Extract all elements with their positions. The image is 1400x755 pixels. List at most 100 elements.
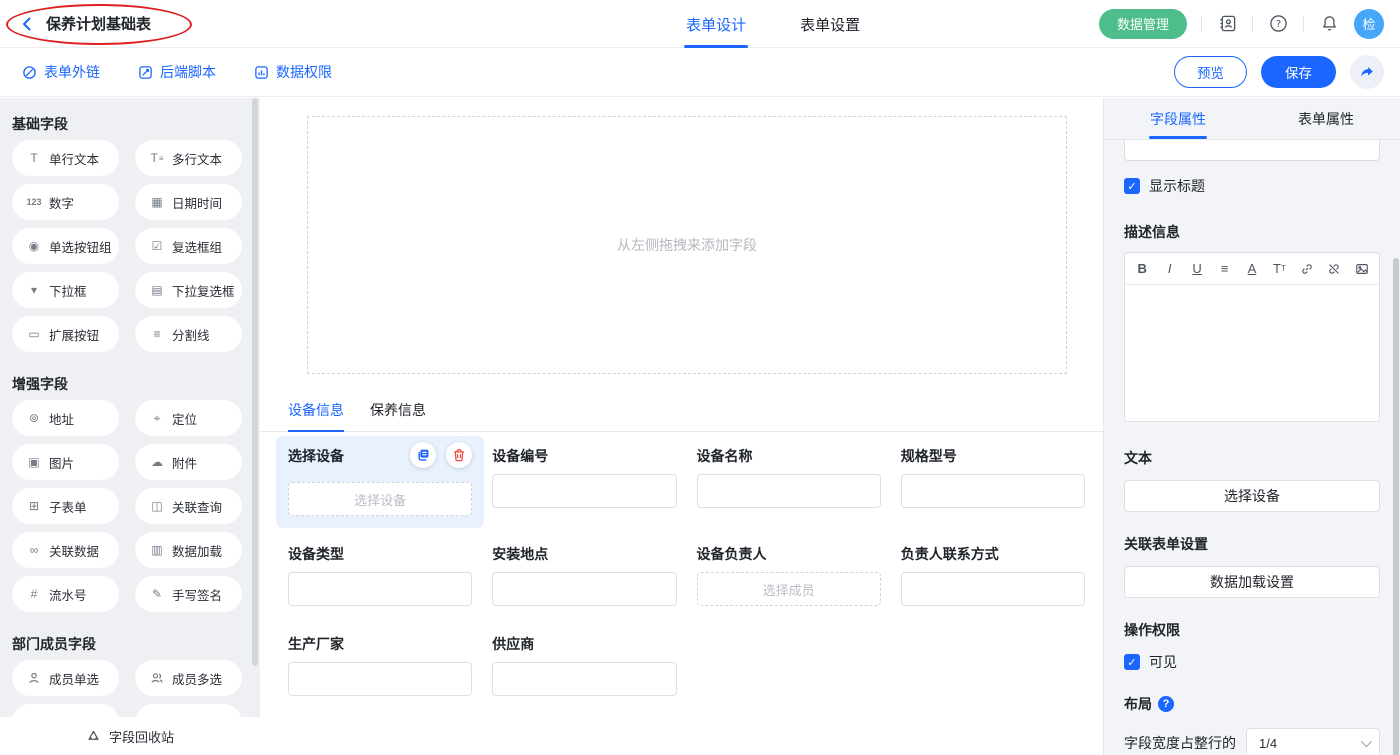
pill-address[interactable]: ⊚地址 — [12, 400, 119, 436]
insert-link-icon[interactable] — [1300, 262, 1314, 276]
field-card-device-type[interactable]: 设备类型 — [288, 544, 472, 606]
pill-signature[interactable]: ✎手写签名 — [135, 576, 242, 612]
contacts-book-icon[interactable] — [1216, 13, 1238, 35]
pill-member-multi[interactable]: 成员多选 — [135, 660, 242, 696]
pill-image[interactable]: ▣ 图片 — [12, 444, 119, 480]
select-device-setting-button[interactable]: 选择设备 — [1124, 480, 1380, 512]
avatar[interactable]: 检 — [1354, 9, 1384, 39]
description-editor[interactable]: B I U ≡ A TT — [1124, 252, 1380, 422]
panel-scrollbar[interactable] — [1393, 258, 1399, 755]
backend-script-button[interactable]: 后端脚本 — [138, 62, 216, 82]
spec-model-input[interactable] — [901, 474, 1085, 508]
pill-label: 关联查询 — [172, 497, 222, 516]
pill-subform[interactable]: ⊞子表单 — [12, 488, 119, 524]
pill-divider[interactable]: ≡分割线 — [135, 316, 242, 352]
device-type-input[interactable] — [288, 572, 472, 606]
field-card-spec-model[interactable]: 规格型号 — [901, 446, 1085, 516]
divider — [1201, 16, 1202, 32]
field-card-owner-contact[interactable]: 负责人联系方式 — [901, 544, 1085, 606]
select-device-picker[interactable]: 选择设备 — [288, 482, 472, 516]
back-button[interactable] — [16, 13, 38, 35]
tab-maintenance-info[interactable]: 保养信息 — [370, 400, 426, 431]
field-card-device-owner[interactable]: 设备负责人 选择成员 — [697, 544, 881, 606]
section-title-basic-fields: 基础字段 — [12, 114, 248, 134]
field-title-input-clipped[interactable] — [1124, 140, 1380, 161]
notification-bell-icon[interactable] — [1318, 13, 1340, 35]
pill-multi-line-text[interactable]: T≡多行文本 — [135, 140, 242, 176]
share-button[interactable] — [1350, 55, 1384, 89]
pill-relation-data[interactable]: ∞关联数据 — [12, 532, 119, 568]
supplier-input[interactable] — [492, 662, 676, 696]
image-icon: ▣ — [25, 455, 43, 469]
placeholder-text: 选择设备 — [354, 490, 406, 509]
preview-button[interactable]: 预览 — [1174, 56, 1247, 88]
pill-single-line-text[interactable]: T单行文本 — [12, 140, 119, 176]
pill-location[interactable]: ⌖定位 — [135, 400, 242, 436]
tab-form-settings[interactable]: 表单设置 — [800, 0, 860, 48]
pill-serial-number[interactable]: #流水号 — [12, 576, 119, 612]
pill-data-load[interactable]: ▥数据加载 — [135, 532, 242, 568]
pill-checkbox-group[interactable]: ☑复选框组 — [135, 228, 242, 264]
permission-icon — [254, 65, 269, 80]
pill-datetime[interactable]: ▦日期时间 — [135, 184, 242, 220]
visible-checkbox[interactable]: ✓ — [1124, 654, 1140, 670]
font-size-icon[interactable]: TT — [1272, 261, 1286, 276]
section-title-member-fields: 部门成员字段 — [12, 634, 248, 654]
field-width-value: 1/4 — [1259, 736, 1277, 751]
tab-label: 表单属性 — [1298, 109, 1354, 129]
bold-icon[interactable]: B — [1135, 261, 1149, 276]
pill-dropdown[interactable]: ▾下拉框 — [12, 272, 119, 308]
editor-body[interactable] — [1125, 285, 1379, 421]
remove-link-icon[interactable] — [1327, 262, 1341, 276]
tab-form-properties[interactable]: 表单属性 — [1252, 98, 1400, 139]
field-card-device-name[interactable]: 设备名称 — [697, 446, 881, 516]
field-card-supplier[interactable]: 供应商 — [492, 634, 676, 696]
align-icon[interactable]: ≡ — [1217, 261, 1231, 276]
pill-label: 图片 — [49, 453, 74, 472]
show-title-checkbox[interactable]: ✓ — [1124, 178, 1140, 194]
field-card-install-location[interactable]: 安装地点 — [492, 544, 676, 606]
underline-icon[interactable]: U — [1190, 261, 1204, 276]
pill-multi-dropdown[interactable]: ▤下拉复选框 — [135, 272, 242, 308]
insert-image-icon[interactable] — [1355, 262, 1369, 276]
pill-relation-query[interactable]: ◫关联查询 — [135, 488, 242, 524]
manufacturer-input[interactable] — [288, 662, 472, 696]
tool-link-label: 后端脚本 — [160, 62, 216, 82]
tab-field-properties[interactable]: 字段属性 — [1104, 98, 1252, 139]
field-card-manufacturer[interactable]: 生产厂家 — [288, 634, 472, 696]
field-card-device-no[interactable]: 设备编号 — [492, 446, 676, 516]
sidebar-scrollbar[interactable] — [252, 98, 258, 666]
data-load-settings-button[interactable]: 数据加载设置 — [1124, 566, 1380, 598]
select-member-picker[interactable]: 选择成员 — [697, 572, 881, 606]
external-link-button[interactable]: 表单外链 — [22, 62, 100, 82]
multi-line-text-icon: T≡ — [148, 151, 166, 165]
pill-radio-group[interactable]: ◉单选按钮组 — [12, 228, 119, 264]
pill-attachment[interactable]: ☁附件 — [135, 444, 242, 480]
help-icon[interactable]: ? — [1267, 13, 1289, 35]
owner-contact-input[interactable] — [901, 572, 1085, 606]
editor-toolbar: B I U ≡ A TT — [1125, 253, 1379, 285]
layout-help-icon[interactable]: ? — [1158, 696, 1174, 712]
data-manage-button[interactable]: 数据管理 — [1099, 9, 1187, 39]
placeholder-text: 选择成员 — [763, 580, 815, 599]
field-card-select-device[interactable]: 选择设备 选择设备 — [276, 436, 484, 528]
save-button[interactable]: 保存 — [1261, 56, 1336, 88]
pill-extend-button[interactable]: ▭扩展按钮 — [12, 316, 119, 352]
field-label: 生产厂家 — [288, 634, 472, 654]
tab-form-design[interactable]: 表单设计 — [686, 0, 746, 48]
page-title: 保养计划基础表 — [46, 13, 151, 34]
device-name-input[interactable] — [697, 474, 881, 508]
device-no-input[interactable] — [492, 474, 676, 508]
delete-field-button[interactable] — [446, 442, 472, 468]
field-width-select[interactable]: 1/4 — [1246, 728, 1380, 755]
font-color-icon[interactable]: A — [1245, 261, 1259, 276]
copy-field-button[interactable] — [410, 442, 436, 468]
dropzone[interactable]: 从左侧拖拽来添加字段 — [307, 116, 1067, 374]
field-recycle-bin-button[interactable]: 字段回收站 — [0, 717, 260, 755]
tab-device-info[interactable]: 设备信息 — [288, 400, 344, 432]
italic-icon[interactable]: I — [1162, 261, 1176, 276]
pill-member-single[interactable]: 成员单选 — [12, 660, 119, 696]
data-permission-button[interactable]: 数据权限 — [254, 62, 332, 82]
pill-number[interactable]: 123数字 — [12, 184, 119, 220]
install-location-input[interactable] — [492, 572, 676, 606]
